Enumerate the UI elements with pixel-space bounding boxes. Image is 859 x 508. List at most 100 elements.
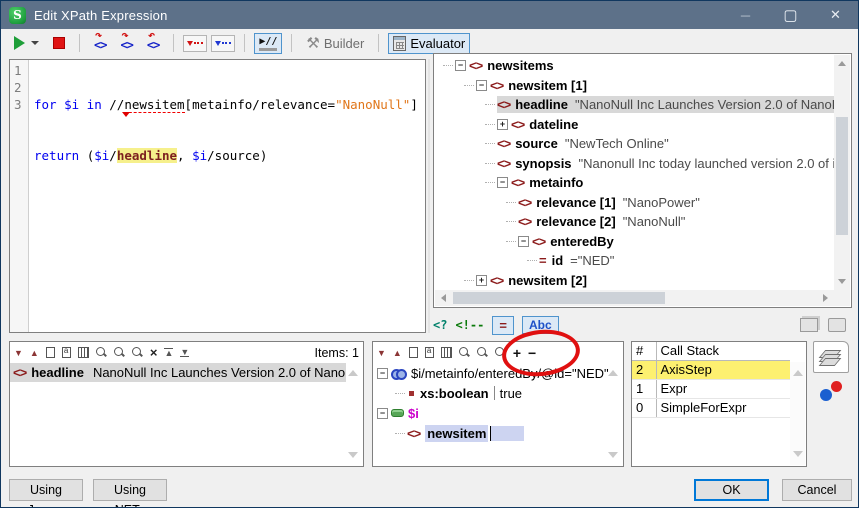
tree-row-id[interactable]: =id="NED" (443, 251, 834, 271)
tree-connector (464, 280, 474, 281)
collapse-toggle[interactable]: − (377, 408, 388, 419)
scroll-down-arrow-icon[interactable] (838, 279, 846, 284)
call-stack-row-simpleforexpr[interactable]: 0SimpleForExpr (632, 398, 790, 417)
copy-result-icon[interactable] (46, 347, 55, 358)
code-text[interactable]: for $i in //newsitem[metainfo/relevance=… (29, 60, 418, 332)
start-debug-button[interactable] (9, 33, 44, 53)
scroll-down-arrow-icon[interactable] (608, 452, 618, 458)
expand-toggle[interactable]: + (476, 275, 487, 286)
copy-all-icon[interactable] (425, 347, 434, 358)
scroll-up-arrow-icon[interactable] (793, 370, 803, 376)
insert-tracepoint-button[interactable] (211, 35, 235, 52)
ok-button[interactable]: OK (694, 479, 769, 501)
tree-row-enteredby[interactable]: −<>enteredBy (443, 232, 834, 252)
tree-row-newsitem-1-[interactable]: −<>newsitem [1] (443, 76, 834, 96)
step-out-button[interactable]: <> (142, 31, 164, 55)
watch-row[interactable]: −$i/metainfo/enteredBy/@id="NED" (373, 363, 623, 383)
collapse-toggle[interactable]: − (497, 177, 508, 188)
vertical-splitter[interactable] (428, 59, 430, 333)
previous-result-icon[interactable]: ▲ (30, 348, 39, 358)
next-result-icon[interactable]: ▼ (14, 348, 23, 358)
call-stack-row-axisstep[interactable]: 2AxisStep (632, 360, 790, 379)
search-icon[interactable] (96, 347, 107, 358)
go-to-bottom-icon[interactable]: ▼ (180, 348, 189, 357)
scroll-up-arrow-icon[interactable] (608, 370, 618, 376)
using-java-button[interactable]: Using Java... (9, 479, 83, 501)
tree-row-synopsis[interactable]: <>synopsis"Nanonull Inc today launched v… (443, 154, 834, 174)
tree-horizontal-scrollbar[interactable] (435, 290, 834, 306)
cancel-button[interactable]: Cancel (782, 479, 852, 501)
chevron-down-icon[interactable] (31, 41, 39, 45)
tree-row-dateline[interactable]: +<>dateline (443, 115, 834, 135)
step-into-button[interactable]: <> (89, 31, 111, 55)
collapse-toggle[interactable]: − (476, 80, 487, 91)
scroll-down-arrow-icon[interactable] (793, 451, 803, 457)
show-processing-instructions-toggle[interactable]: <? (433, 318, 447, 332)
scrollbar-thumb[interactable] (836, 117, 848, 235)
tree-row-newsitems[interactable]: −<>newsitems (443, 56, 834, 76)
callstack-scrollbar[interactable] (790, 362, 805, 465)
tree-row-source[interactable]: <>source"NewTech Online" (443, 134, 834, 154)
columns-icon[interactable] (441, 347, 452, 358)
column-header-number[interactable]: # (632, 342, 656, 360)
edit-settings-icon[interactable] (828, 318, 846, 332)
code-line-2: return ($i/headline, $i/source) (34, 147, 418, 164)
column-header-callstack[interactable]: Call Stack (656, 342, 790, 360)
stop-debug-button[interactable] (48, 34, 70, 52)
watch-row[interactable]: <>newsitem (373, 423, 623, 443)
step-over-button[interactable]: <> (115, 31, 137, 55)
using-net-button[interactable]: Using .NET... (93, 479, 167, 501)
insert-breakpoint-button[interactable] (183, 35, 207, 52)
copy-all-icon[interactable] (62, 347, 71, 358)
columns-icon[interactable] (78, 347, 89, 358)
node-name: relevance [2] (536, 214, 616, 229)
tree-row-metainfo[interactable]: −<>metainfo (443, 173, 834, 193)
search-up-icon[interactable] (477, 347, 488, 358)
element-icon: <> (497, 97, 510, 112)
evaluate-mode-toggle[interactable]: ▶// (254, 33, 282, 54)
tree-node-content: <>source"NewTech Online" (497, 135, 672, 152)
show-attributes-toggle[interactable]: = (492, 316, 514, 335)
variable-icon (391, 409, 404, 417)
scroll-left-arrow-icon[interactable] (441, 294, 446, 302)
scroll-right-arrow-icon[interactable] (823, 294, 828, 302)
collapse-toggle[interactable]: − (518, 236, 529, 247)
next-item-icon[interactable]: ▼ (377, 348, 386, 358)
result-row[interactable]: <>headlineNanoNull Inc Launches Version … (10, 363, 346, 382)
scroll-up-arrow-icon[interactable] (348, 370, 358, 376)
collapse-toggle[interactable]: − (455, 60, 466, 71)
minimize-button[interactable]: ─ (723, 1, 768, 29)
watch-row[interactable]: xs:booleantrue (373, 383, 623, 403)
tree-row-relevance-2-[interactable]: <>relevance [2]"NanoNull" (443, 212, 834, 232)
tree-connector (395, 433, 405, 434)
tree-row-relevance-1-[interactable]: <>relevance [1]"NanoPower" (443, 193, 834, 213)
toolbar-separator (79, 34, 80, 52)
previous-item-icon[interactable]: ▲ (393, 348, 402, 358)
search-icon[interactable] (459, 347, 470, 358)
breakpoints-tab[interactable] (820, 381, 842, 401)
tree-row-headline[interactable]: <>headline"NanoNull Inc Launches Version… (443, 95, 834, 115)
search-up-icon[interactable] (114, 347, 125, 358)
maximize-button[interactable]: ▢ (768, 1, 813, 29)
go-to-top-icon[interactable]: ▲ (164, 348, 173, 357)
node-value: "NewTech Online" (565, 136, 669, 151)
copy-icon[interactable] (409, 347, 418, 358)
close-button[interactable]: ✕ (813, 1, 858, 29)
collapse-toggle[interactable]: − (377, 368, 388, 379)
tree-vertical-scrollbar[interactable] (834, 55, 850, 290)
call-stack-tab[interactable] (813, 341, 849, 373)
scroll-down-arrow-icon[interactable] (348, 452, 358, 458)
show-comments-toggle[interactable]: <!-- (455, 318, 484, 332)
evaluator-button[interactable]: Evaluator (388, 33, 470, 54)
call-stack-row-expr[interactable]: 1Expr (632, 379, 790, 398)
xpath-expression-editor[interactable]: 1 2 3 for $i in //newsitem[metainfo/rele… (9, 59, 426, 333)
scrollbar-thumb[interactable] (453, 292, 665, 304)
expand-toggle[interactable]: + (497, 119, 508, 130)
builder-button[interactable]: ⚒ Builder (301, 31, 369, 55)
scroll-up-arrow-icon[interactable] (838, 61, 846, 66)
tree-row-newsitem-2-[interactable]: +<>newsitem [2] (443, 271, 834, 291)
watch-row[interactable]: −$i (373, 403, 623, 423)
search-down-icon[interactable] (132, 347, 143, 358)
clear-icon[interactable]: × (150, 345, 158, 360)
copy-serialized-icon[interactable] (800, 318, 818, 332)
